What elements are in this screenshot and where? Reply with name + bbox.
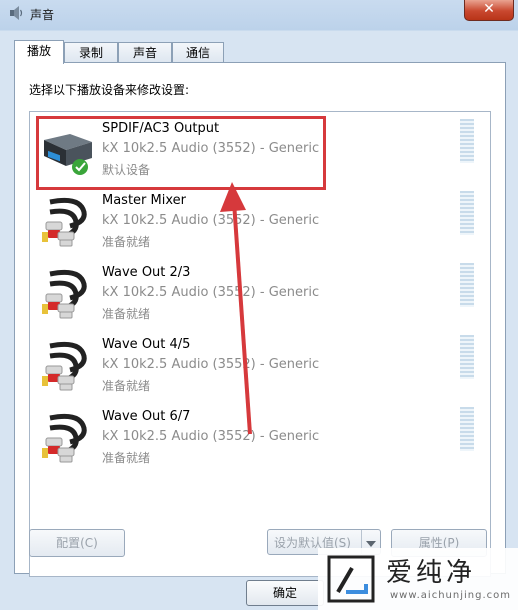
device-name: Wave Out 6/7	[102, 409, 191, 424]
ok-button[interactable]: 确定	[246, 580, 324, 606]
speaker-icon	[10, 6, 23, 20]
rca-cable-icon	[42, 197, 87, 247]
configure-button[interactable]: 配置(C)	[29, 529, 125, 557]
watermark-text: 爱纯净	[386, 558, 477, 588]
level-meter	[460, 191, 474, 235]
window-title: 声音	[30, 8, 55, 22]
level-meter	[460, 335, 474, 379]
tab-recording[interactable]: 录制	[64, 42, 118, 63]
rca-cable-icon	[42, 413, 87, 463]
watermark-url: www.aichunjing.com	[390, 590, 511, 601]
level-meter	[460, 407, 474, 451]
device-list[interactable]: SPDIF/AC3 Output kX 10k2.5 Audio (3552) …	[29, 111, 491, 577]
level-meter	[460, 119, 474, 163]
title-bar: 声音 ✕	[0, 0, 518, 28]
level-meter	[460, 263, 474, 307]
sound-dialog: 声音 ✕ 播放 录制 声音 通信 选择以下播放设备来修改设置: SPDIF/AC…	[0, 0, 518, 610]
tab-sounds[interactable]: 声音	[118, 42, 172, 63]
tab-communications[interactable]: 通信	[172, 42, 224, 63]
device-status: 准备就绪	[102, 307, 151, 321]
close-button[interactable]: ✕	[464, 0, 514, 21]
device-status: 准备就绪	[102, 235, 151, 249]
device-name: Master Mixer	[102, 193, 186, 208]
playback-panel: 选择以下播放设备来修改设置: SPDIF/AC3 Output kX 10k2.…	[14, 62, 506, 577]
device-status: 准备就绪	[102, 451, 151, 465]
rca-cable-icon	[42, 341, 87, 391]
instruction-text: 选择以下播放设备来修改设置:	[29, 83, 190, 97]
annotation-arrow	[220, 182, 252, 435]
device-name: Wave Out 2/3	[102, 265, 191, 280]
close-icon: ✕	[483, 1, 495, 17]
device-name: Wave Out 4/5	[102, 337, 191, 352]
watermark-logo-icon	[327, 555, 375, 603]
rca-cable-icon	[42, 269, 87, 319]
device-status: 准备就绪	[102, 379, 151, 393]
watermark: 爱纯净 www.aichunjing.com	[318, 548, 518, 610]
tab-playback[interactable]: 播放	[14, 40, 64, 64]
annotation-highlight-box	[36, 116, 326, 190]
